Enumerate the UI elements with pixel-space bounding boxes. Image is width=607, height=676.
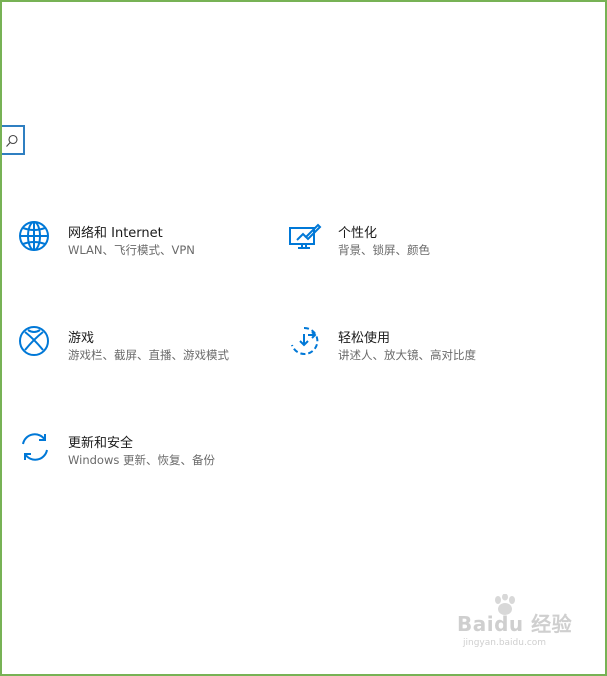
- search-box[interactable]: [2, 125, 25, 155]
- tile-title: 个性化: [338, 226, 378, 241]
- ease-of-access-icon: [291, 326, 319, 355]
- watermark-url: jingyan.baidu.com: [463, 638, 547, 648]
- update-sync-icon: [22, 433, 48, 461]
- tile-ease-of-access[interactable]: 轻松使用 讲述人、放大镜、高对比度: [288, 325, 508, 373]
- xbox-icon: [19, 326, 49, 356]
- tile-update-security[interactable]: 更新和安全 Windows 更新、恢复、备份: [18, 430, 258, 478]
- search-icon: [6, 134, 18, 147]
- personalization-icon: [289, 223, 322, 249]
- tile-title: 网络和 Internet: [68, 226, 163, 241]
- tile-description: 讲述人、放大镜、高对比度: [338, 348, 476, 362]
- baidu-jingyan-watermark: Baidu 经验 jingyan.baidu.com: [457, 594, 577, 658]
- tile-gaming[interactable]: 游戏 游戏栏、截屏、直播、游戏模式: [18, 325, 258, 373]
- tile-title: 更新和安全: [68, 436, 134, 451]
- tile-network-internet[interactable]: 网络和 Internet WLAN、飞行模式、VPN: [18, 220, 258, 268]
- watermark-logo: Baidu 经验: [457, 612, 573, 636]
- tile-title: 游戏: [68, 331, 95, 346]
- tile-description: 背景、锁屏、颜色: [338, 243, 430, 257]
- tile-description: WLAN、飞行模式、VPN: [68, 243, 195, 257]
- tile-description: 游戏栏、截屏、直播、游戏模式: [68, 348, 229, 362]
- tile-title: 轻松使用: [338, 331, 391, 346]
- globe-icon: [19, 221, 49, 251]
- tile-description: Windows 更新、恢复、备份: [68, 453, 215, 467]
- tile-personalization[interactable]: 个性化 背景、锁屏、颜色: [288, 220, 508, 268]
- settings-window: 网络和 Internet WLAN、飞行模式、VPN 个性化 背景、锁屏、颜色: [0, 0, 607, 676]
